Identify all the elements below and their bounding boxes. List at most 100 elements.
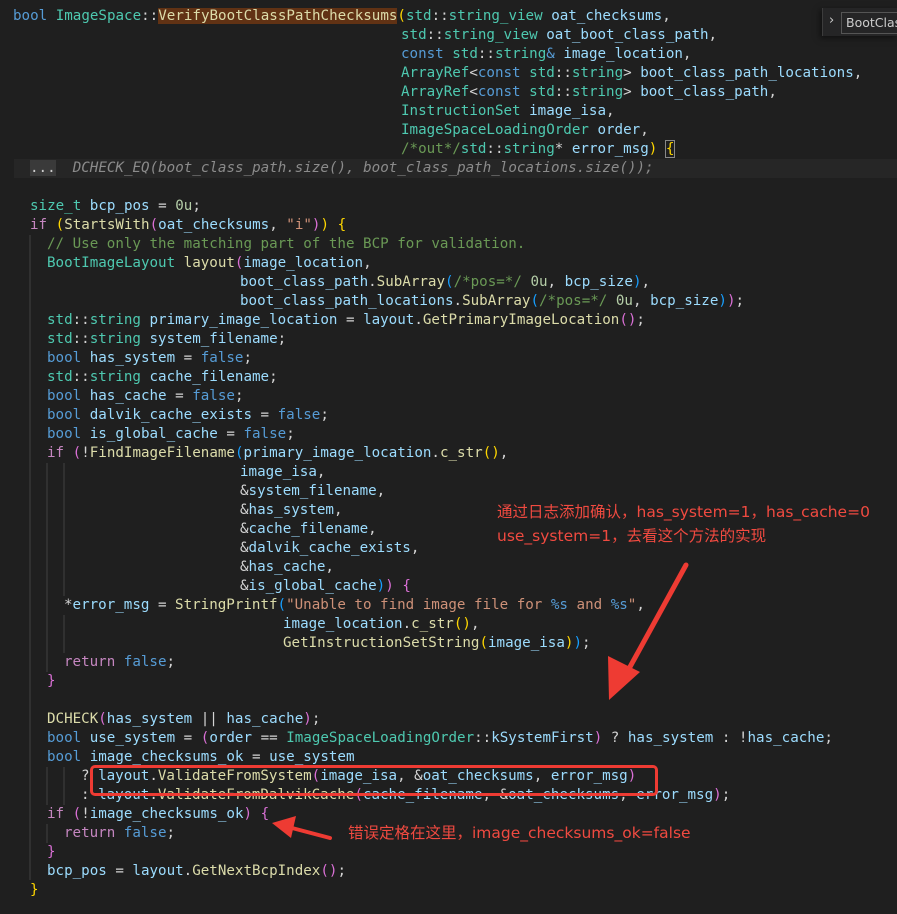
annotation-note-line2: use_system=1，去看这个方法的实现: [497, 527, 767, 545]
code-token: ,: [636, 597, 645, 613]
code-token: /*pos=*/: [538, 293, 608, 309]
code-line[interactable]: bool is_global_cache = false;: [47, 425, 295, 444]
code-token: bool: [13, 8, 48, 24]
code-line[interactable]: if (!FindImageFilename(primary_image_loc…: [47, 444, 508, 463]
code-line[interactable]: &cache_filename,: [240, 520, 377, 539]
code-token: ,: [333, 502, 343, 518]
code-line[interactable]: bool has_cache = false;: [47, 387, 243, 406]
code-line[interactable]: &dalvik_cache_exists,: [240, 539, 419, 558]
code-token: std: [460, 141, 487, 157]
code-line[interactable]: bool has_system = false;: [47, 349, 252, 368]
code-line[interactable]: ArrayRef<const std::string> boot_class_p…: [401, 64, 862, 83]
code-line[interactable]: /*out*/std::string* error_msg) {: [401, 140, 676, 159]
code-token: ;: [277, 331, 287, 347]
code-token: ,: [269, 217, 287, 233]
code-token: ,: [641, 274, 651, 290]
code-line[interactable]: std::string system_filename;: [47, 330, 286, 349]
code-token: .: [453, 293, 463, 309]
code-token: string: [89, 331, 141, 347]
code-line[interactable]: std::string_view oat_boot_class_path,: [401, 26, 717, 45]
code-line[interactable]: ArrayRef<const std::string> boot_class_p…: [401, 83, 777, 102]
code-line[interactable]: &is_global_cache)) {: [240, 577, 411, 596]
code-line[interactable]: *error_msg = StringPrintf("Unable to fin…: [64, 596, 645, 615]
code-line[interactable]: }: [47, 672, 56, 691]
code-token: layout: [183, 255, 235, 271]
code-token: ArrayRef: [401, 65, 470, 81]
code-token: &: [240, 521, 249, 537]
code-token: ImageSpaceLoadingOrder: [286, 730, 475, 746]
code-line[interactable]: InstructionSet image_isa,: [401, 102, 615, 121]
code-line[interactable]: boot_class_path_locations.SubArray(/*pos…: [240, 292, 744, 311]
code-token: ,: [662, 8, 671, 24]
breadcrumb-item[interactable]: BootClass: [841, 12, 897, 34]
code-token: (: [479, 635, 489, 651]
code-line[interactable]: if (!image_checksums_ok) {: [47, 805, 269, 824]
code-token: ,: [547, 274, 565, 290]
code-line[interactable]: image_location.c_str(),: [283, 615, 480, 634]
code-token: ,: [606, 103, 615, 119]
code-line[interactable]: image_isa,: [240, 463, 325, 482]
code-token: const: [477, 65, 521, 81]
code-line[interactable]: }: [30, 881, 39, 900]
code-token: &: [240, 578, 249, 594]
code-token: ): [376, 578, 386, 594]
code-line[interactable]: }: [47, 843, 56, 862]
code-line[interactable]: GetInstructionSetString(image_isa));: [283, 634, 591, 653]
code-token: image_location: [243, 255, 364, 271]
code-token: boot_class_path: [240, 274, 369, 290]
code-token: ;: [192, 198, 201, 214]
code-token: ,: [768, 84, 777, 100]
code-line[interactable]: bool use_system = (order == ImageSpaceLo…: [47, 729, 833, 748]
code-token: }: [47, 844, 56, 860]
code-token: layout: [132, 863, 184, 879]
code-token: image_checksums_ok: [89, 749, 244, 765]
code-line[interactable]: bcp_pos = layout.GetNextBcpIndex();: [47, 862, 346, 881]
code-token: ,: [640, 122, 649, 138]
code-line[interactable]: // Use only the matching part of the BCP…: [47, 235, 525, 254]
code-token: =: [217, 426, 244, 442]
code-line[interactable]: std::string cache_filename;: [47, 368, 278, 387]
code-line[interactable]: return false;: [64, 653, 175, 672]
code-line[interactable]: const std::string& image_location,: [401, 45, 691, 64]
code-token: ;: [337, 863, 346, 879]
code-token: image_isa: [529, 103, 607, 119]
code-line[interactable]: if (StartsWith(oat_checksums, "i")) {: [30, 216, 346, 235]
code-token: order: [597, 122, 641, 138]
folded-code-line[interactable]: ... DCHECK_EQ(boot_class_path.size(), bo…: [14, 159, 897, 178]
sticky-breadcrumb[interactable]: › BootClass: [822, 8, 897, 36]
code-line[interactable]: &has_cache,: [240, 558, 334, 577]
code-line[interactable]: boot_class_path.SubArray(/*pos=*/ 0u, bc…: [240, 273, 650, 292]
code-line[interactable]: &system_filename,: [240, 482, 385, 501]
code-token: ::: [486, 141, 504, 157]
code-token: false: [243, 426, 287, 442]
code-token: error_msg: [571, 141, 649, 157]
code-token: ,: [410, 540, 420, 556]
code-line[interactable]: bool ImageSpace::VerifyBootClassPathChec…: [13, 7, 671, 26]
code-line[interactable]: &has_system,: [240, 501, 343, 520]
code-token: primary_image_location: [149, 312, 338, 328]
code-line[interactable]: size_t bcp_pos = 0u;: [30, 197, 201, 216]
code-line[interactable]: bool dalvik_cache_exists = false;: [47, 406, 329, 425]
code-token: /*out*/: [401, 141, 461, 157]
code-token: (: [277, 597, 287, 613]
fold-expand-button[interactable]: ...: [30, 160, 56, 176]
code-token: GetInstructionSetString: [283, 635, 480, 651]
code-token: SubArray: [376, 274, 446, 290]
code-token: =: [243, 749, 270, 765]
code-token: ;: [320, 407, 329, 423]
code-line[interactable]: return false;: [64, 824, 175, 843]
code-token: has_cache: [747, 730, 825, 746]
code-token: const: [477, 84, 521, 100]
code-token: %s: [610, 597, 628, 613]
chevron-right-icon: ›: [829, 13, 835, 28]
code-line[interactable]: std::string primary_image_location = lay…: [47, 311, 645, 330]
code-line[interactable]: DCHECK(has_system || has_cache);: [47, 710, 320, 729]
code-line[interactable]: ImageSpaceLoadingOrder order,: [401, 121, 649, 140]
code-line[interactable]: BootImageLayout layout(image_location,: [47, 254, 372, 273]
